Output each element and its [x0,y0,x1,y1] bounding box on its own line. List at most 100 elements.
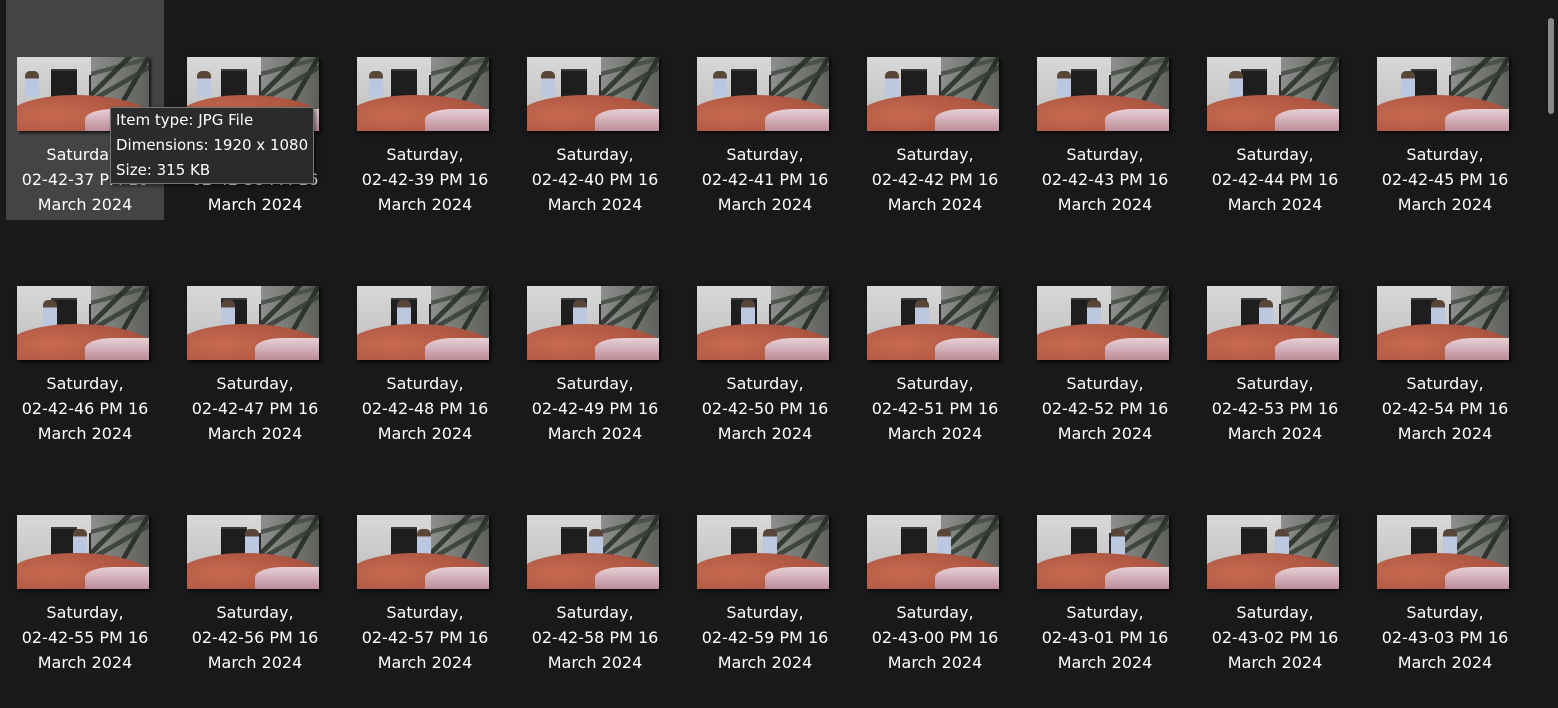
photo-thumbnail[interactable] [867,286,999,360]
photo-thumbnail[interactable] [1207,286,1339,360]
photo-thumbnail[interactable] [867,515,999,589]
file-name-label: Saturday, 02-43-01 PM 16 March 2024 [1026,600,1184,675]
thumbnail-item[interactable]: Saturday, 02-42-59 PM 16 March 2024 [686,458,844,678]
file-name-line2: 02-42-41 PM 16 [701,170,829,189]
file-name-label: Saturday, 02-42-40 PM 16 March 2024 [516,142,674,217]
photo-thumbnail[interactable] [527,515,659,589]
photo-thumbnail[interactable] [1037,515,1169,589]
file-name-line3: March 2024 [207,195,303,214]
photo-thumbnail[interactable] [527,286,659,360]
photo-thumbnail[interactable] [357,515,489,589]
thumbnail-item[interactable]: Saturday, 02-42-47 PM 16 March 2024 [176,229,334,449]
file-name-line2: 02-43-01 PM 16 [1041,628,1169,647]
thumbnail-item[interactable]: Saturday, 02-42-50 PM 16 March 2024 [686,229,844,449]
file-name-line3: March 2024 [1227,424,1323,443]
thumbnail-item[interactable]: Saturday, 02-42-40 PM 16 March 2024 [516,0,674,220]
photo-thumbnail[interactable] [867,57,999,131]
file-name-label: Saturday, 02-42-57 PM 16 March 2024 [346,600,504,675]
file-name-label: Saturday, 02-42-52 PM 16 March 2024 [1026,371,1184,446]
photo-thumbnail[interactable] [357,57,489,131]
thumbnail-item[interactable]: Saturday, 02-42-56 PM 16 March 2024 [176,458,334,678]
file-name-line3: March 2024 [377,653,473,672]
vertical-scrollbar-thumb[interactable] [1548,18,1554,114]
file-name-line1: Saturday, [216,603,294,622]
photo-thumbnail[interactable] [17,286,149,360]
file-name-line3: March 2024 [37,653,133,672]
thumbnail-item[interactable]: Saturday, 02-42-41 PM 16 March 2024 [686,0,844,220]
photo-thumbnail[interactable] [527,57,659,131]
photo-thumbnail[interactable] [697,515,829,589]
file-name-line2: 02-42-51 PM 16 [871,399,999,418]
photo-thumbnail[interactable] [697,286,829,360]
photo-thumbnail[interactable] [1207,57,1339,131]
thumbnail-item[interactable]: Saturday, 02-42-39 PM 16 March 2024 [346,0,504,220]
file-name-line1: Saturday, [386,145,464,164]
file-name-line1: Saturday, [1066,603,1144,622]
thumbnail-item[interactable]: Saturday, 02-43-01 PM 16 March 2024 [1026,458,1184,678]
photo-thumbnail[interactable] [187,515,319,589]
thumbnail-item[interactable]: Saturday, 02-43-03 PM 16 March 2024 [1366,458,1524,678]
file-name-line1: Saturday, [1406,374,1484,393]
file-name-line2: 02-43-03 PM 16 [1381,628,1509,647]
file-name-label: Saturday, 02-42-54 PM 16 March 2024 [1366,371,1524,446]
photo-thumbnail[interactable] [1037,57,1169,131]
thumbnail-item[interactable]: Saturday, 02-42-55 PM 16 March 2024 [6,458,164,678]
file-name-line1: Saturday, [1236,603,1314,622]
file-name-line3: March 2024 [717,424,813,443]
file-name-line1: Saturday, [896,603,974,622]
file-name-line1: Saturday, [46,374,124,393]
tooltip-item-type: Item type: JPG File [116,111,254,129]
thumbnail-item[interactable]: Saturday, 02-42-49 PM 16 March 2024 [516,229,674,449]
photo-thumbnail[interactable] [1377,286,1509,360]
photo-thumbnail[interactable] [187,286,319,360]
thumbnail-item[interactable]: Saturday, 02-42-52 PM 16 March 2024 [1026,229,1184,449]
file-name-label: Saturday, 02-42-50 PM 16 March 2024 [686,371,844,446]
file-name-line1: Saturday, [1066,145,1144,164]
file-name-line2: 02-42-54 PM 16 [1381,399,1509,418]
file-name-line3: March 2024 [887,653,983,672]
file-name-line2: 02-42-43 PM 16 [1041,170,1169,189]
thumbnail-item[interactable]: Saturday, 02-42-48 PM 16 March 2024 [346,229,504,449]
file-name-label: Saturday, 02-42-43 PM 16 March 2024 [1026,142,1184,217]
file-name-line3: March 2024 [887,424,983,443]
thumbnail-item[interactable]: Saturday, 02-42-54 PM 16 March 2024 [1366,229,1524,449]
file-name-line2: 02-42-40 PM 16 [531,170,659,189]
file-name-label: Saturday, 02-42-51 PM 16 March 2024 [856,371,1014,446]
thumbnail-item[interactable]: Saturday, 02-42-46 PM 16 March 2024 [6,229,164,449]
thumbnail-item[interactable]: Saturday, 02-42-43 PM 16 March 2024 [1026,0,1184,220]
photo-thumbnail[interactable] [697,57,829,131]
file-name-label: Saturday, 02-42-46 PM 16 March 2024 [6,371,164,446]
thumbnail-item[interactable]: Saturday, 02-43-02 PM 16 March 2024 [1196,458,1354,678]
file-name-line1: Saturday, [896,145,974,164]
file-name-label: Saturday, 02-42-47 PM 16 March 2024 [176,371,334,446]
file-name-line2: 02-43-02 PM 16 [1211,628,1339,647]
file-name-line1: Saturday, [216,374,294,393]
thumbnail-item[interactable]: Saturday, 02-42-51 PM 16 March 2024 [856,229,1014,449]
file-name-line3: March 2024 [37,195,133,214]
file-name-line2: 02-42-39 PM 16 [361,170,489,189]
photo-thumbnail[interactable] [357,286,489,360]
photo-thumbnail[interactable] [1377,57,1509,131]
thumbnail-item[interactable]: Saturday, 02-42-53 PM 16 March 2024 [1196,229,1354,449]
file-name-line3: March 2024 [887,195,983,214]
thumbnail-item[interactable]: Saturday, 02-42-58 PM 16 March 2024 [516,458,674,678]
file-name-line2: 02-42-58 PM 16 [531,628,659,647]
photo-thumbnail[interactable] [1207,515,1339,589]
file-name-line2: 02-42-55 PM 16 [21,628,149,647]
thumbnail-item[interactable]: Saturday, 02-43-00 PM 16 March 2024 [856,458,1014,678]
file-name-line3: March 2024 [377,195,473,214]
thumbnail-item[interactable]: Saturday, 02-42-57 PM 16 March 2024 [346,458,504,678]
thumbnail-item[interactable]: Saturday, 02-42-44 PM 16 March 2024 [1196,0,1354,220]
photo-thumbnail[interactable] [1037,286,1169,360]
photo-thumbnail[interactable] [17,515,149,589]
file-name-label: Saturday, 02-42-56 PM 16 March 2024 [176,600,334,675]
file-name-label: Saturday, 02-42-58 PM 16 March 2024 [516,600,674,675]
file-name-label: Saturday, 02-42-55 PM 16 March 2024 [6,600,164,675]
thumbnail-item[interactable]: Saturday, 02-42-45 PM 16 March 2024 [1366,0,1524,220]
file-name-line3: March 2024 [717,653,813,672]
photo-thumbnail[interactable] [1377,515,1509,589]
tooltip-dimensions: Dimensions: 1920 x 1080 [116,136,309,154]
file-name-line3: March 2024 [1227,195,1323,214]
file-name-line2: 02-42-56 PM 16 [191,628,319,647]
thumbnail-item[interactable]: Saturday, 02-42-42 PM 16 March 2024 [856,0,1014,220]
